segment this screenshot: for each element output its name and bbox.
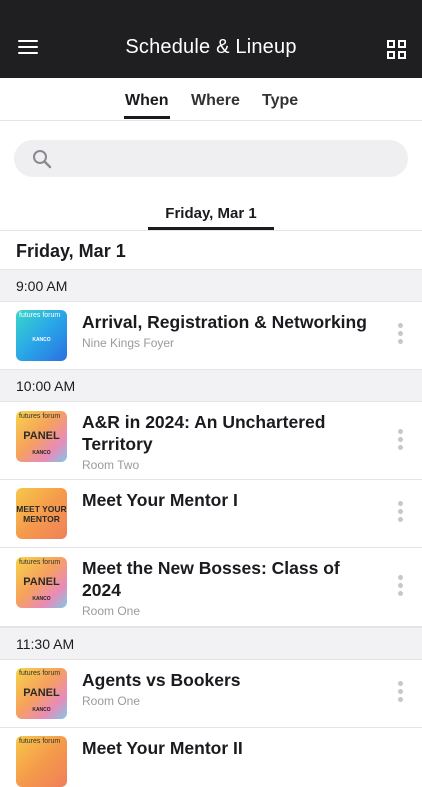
thumb-logo: KANCO [32, 450, 51, 456]
time-group-header: 10:00 AM [0, 369, 422, 402]
time-label: 9:00 AM [16, 278, 68, 294]
app-bar: Schedule & Lineup [0, 12, 422, 78]
session-thumbnail: futures forum KANCO [16, 310, 67, 361]
thumb-logo: KANCO [32, 337, 51, 343]
more-options-icon[interactable] [398, 681, 404, 705]
session-location: Room One [82, 604, 141, 618]
more-options-icon[interactable] [398, 323, 404, 347]
divider [0, 230, 422, 231]
date-tab-selected[interactable]: Friday, Mar 1 [148, 205, 274, 222]
session-row[interactable]: futures forum KANCO Arrival, Registratio… [0, 302, 422, 370]
tab-where[interactable]: Where [191, 92, 240, 110]
session-row[interactable]: futures forum PANEL KANCO A&R in 2024: A… [0, 402, 422, 480]
time-group-header: 9:00 AM [0, 269, 422, 302]
tab-when[interactable]: When [124, 92, 170, 119]
status-bar [0, 0, 422, 12]
page-title: Schedule & Lineup [125, 36, 297, 58]
thumb-logo: KANCO [32, 707, 51, 713]
session-row[interactable]: futures forum PANEL KANCO Meet the New B… [0, 548, 422, 627]
thumb-label: PANEL [23, 687, 60, 699]
session-thumbnail: futures forum PANEL KANCO [16, 411, 67, 462]
more-options-icon[interactable] [398, 429, 404, 453]
more-options-icon[interactable] [398, 575, 404, 599]
thumb-brand: futures forum [19, 738, 61, 745]
thumb-brand: futures forum [19, 312, 61, 319]
grid-view-icon[interactable] [387, 40, 406, 59]
session-thumbnail: futures forum [16, 736, 67, 787]
thumb-logo: KANCO [32, 596, 51, 602]
thumb-brand: futures forum [19, 413, 61, 420]
tab-type[interactable]: Type [262, 92, 298, 110]
time-label: 11:30 AM [16, 636, 75, 652]
time-group-header: 11:30 AM [0, 627, 422, 660]
thumb-brand: futures forum [19, 559, 61, 566]
session-location: Nine Kings Foyer [82, 336, 175, 350]
search-icon [33, 150, 52, 169]
search-input[interactable] [14, 140, 408, 177]
session-row[interactable]: futures forum PANEL KANCO Agents vs Book… [0, 660, 422, 728]
session-thumbnail: MEET YOUR MENTOR [16, 488, 67, 539]
session-thumbnail: futures forum PANEL KANCO [16, 668, 67, 719]
session-title: Meet Your Mentor II [82, 738, 243, 758]
session-thumbnail: futures forum PANEL KANCO [16, 557, 67, 608]
session-title: Meet the New Bosses: Class of 2024 [82, 558, 340, 600]
thumb-label: PANEL [23, 576, 60, 588]
session-location: Room Two [82, 458, 140, 472]
thumb-brand: futures forum [19, 670, 61, 677]
session-title: Meet Your Mentor I [82, 490, 238, 510]
session-row[interactable]: MEET YOUR MENTOR Meet Your Mentor I [0, 480, 422, 548]
day-heading: Friday, Mar 1 [16, 241, 126, 261]
thumb-label: MEET YOUR MENTOR [16, 504, 67, 524]
session-title: A&R in 2024: An Unchartered Territory [82, 412, 326, 454]
time-label: 10:00 AM [16, 378, 76, 394]
session-title: Arrival, Registration & Networking [82, 312, 367, 332]
more-options-icon[interactable] [398, 501, 404, 525]
session-location: Room One [82, 694, 141, 708]
thumb-label: PANEL [23, 430, 60, 442]
session-title: Agents vs Bookers [82, 670, 241, 690]
session-row[interactable]: futures forum Meet Your Mentor II [0, 728, 422, 787]
filter-tabs: When Where Type [0, 78, 422, 121]
